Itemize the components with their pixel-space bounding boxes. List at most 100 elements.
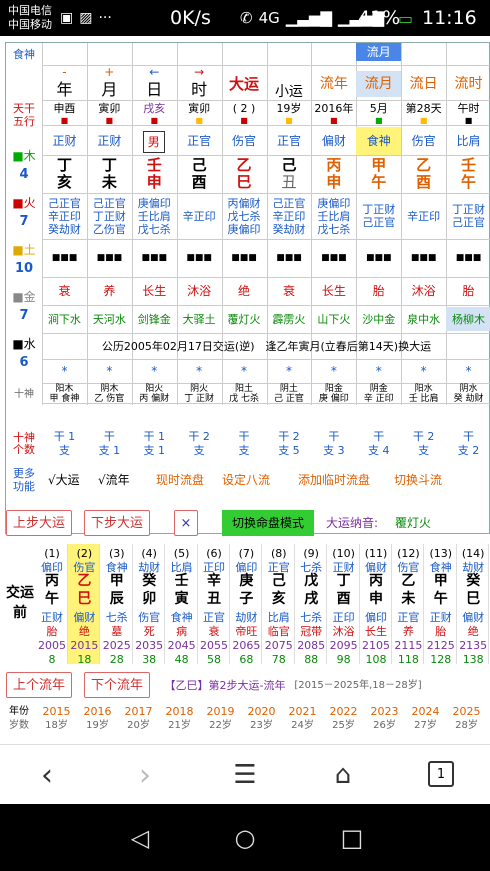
- more-item-5[interactable]: 切换斗流: [394, 469, 442, 491]
- gan-0: 丁: [56, 156, 72, 174]
- dayun-field: 2085: [297, 638, 326, 652]
- liunian-year-3[interactable]: 2018: [159, 704, 200, 718]
- liunian-year-9[interactable]: 2024: [405, 704, 446, 718]
- dayun-col-3[interactable]: (4) 劫财癸卯伤官死 2035 38: [133, 544, 166, 666]
- col-dot-icon: ■: [374, 115, 383, 125]
- menu-icon[interactable]: ☰: [220, 753, 270, 797]
- dayun-col-4[interactable]: (5) 比肩壬寅食神病 2045 48: [166, 544, 198, 666]
- star-icon: *: [420, 363, 427, 378]
- dayun-field: 申: [369, 590, 383, 607]
- dayun-col-8[interactable]: (9) 七杀戊戌七杀 冠带 2085 88: [295, 544, 328, 666]
- liunian-age-5[interactable]: 23岁: [241, 718, 282, 732]
- liunian-age-3[interactable]: 21岁: [159, 718, 200, 732]
- liunian-age-9[interactable]: 27岁: [405, 718, 446, 732]
- close-button[interactable]: ×: [174, 510, 198, 536]
- nayin-3: 大驿土: [182, 312, 216, 326]
- wuxing-count-3: 7: [19, 307, 29, 323]
- zhi-0: 亥: [56, 173, 72, 191]
- dayun-field: 8: [48, 652, 56, 666]
- col-dot-icon: ■: [330, 115, 338, 125]
- sys-recent-icon[interactable]: □: [332, 820, 372, 856]
- mode-button[interactable]: 切换命盘模式: [222, 510, 314, 536]
- network-type: 4G: [258, 9, 280, 27]
- left-label: 交运前: [6, 585, 34, 621]
- dayun-col-2[interactable]: (3) 食神甲辰七杀墓 2025 28: [101, 544, 133, 666]
- carrier-1: 中国电信: [8, 4, 52, 17]
- prev-dayun-button[interactable]: 上步大运: [6, 510, 72, 536]
- status-bar: 中国电信 中国移动 ▣ ▨ ··· 0K/s ✆ 4G ▁▃▅▇ ▁▃▅▇ 41…: [0, 0, 490, 36]
- dayun-col-9[interactable]: (10) 正财丁酉正印 沐浴 2095 98: [328, 544, 360, 666]
- count-0: 干 1 支: [53, 430, 76, 457]
- wuxing-el-3: ■金: [12, 289, 36, 304]
- liunian-year-2[interactable]: 2017: [118, 704, 159, 718]
- more-item-4[interactable]: 添加临时流盘: [298, 469, 370, 491]
- star-icon: *: [196, 363, 203, 378]
- prev-liunian-button[interactable]: 上个流年: [6, 672, 72, 698]
- more-item-3[interactable]: 设定八流: [222, 469, 270, 491]
- liunian-year-0[interactable]: 2015: [36, 704, 77, 718]
- dayun-col-6[interactable]: (7) 偏印庚子劫财 帝旺 2065 68: [230, 544, 263, 666]
- sys-home-icon[interactable]: ○: [225, 820, 265, 856]
- liunian-age-6[interactable]: 24岁: [282, 718, 323, 732]
- liunian-age-7[interactable]: 25岁: [323, 718, 364, 732]
- canggan-2: 庚偏印 壬比肩 戊七杀: [137, 196, 171, 236]
- liunian-year-6[interactable]: 2021: [282, 704, 323, 718]
- dayun-col-11[interactable]: (12) 伤官乙未正官养 2115 118: [392, 544, 425, 666]
- clock: 11:16: [422, 7, 477, 29]
- canggan-8: 辛正印: [407, 209, 441, 223]
- wuxing-el-4: ■水: [12, 336, 36, 351]
- liunian-year-8[interactable]: 2023: [364, 704, 405, 718]
- wuxing-el-1: ■火: [12, 195, 36, 210]
- dayun-field: 98: [336, 652, 351, 666]
- nayin-2: 剑锋金: [137, 312, 171, 326]
- col-dot-icon: ■: [195, 115, 203, 125]
- liunian-age-0[interactable]: 18岁: [36, 718, 77, 732]
- nayin-9: 杨柳木: [446, 307, 490, 331]
- liunian-year-10[interactable]: 2025: [446, 704, 487, 718]
- more-item-0[interactable]: √大运: [48, 469, 80, 491]
- dayun-col-7[interactable]: (8) 正官己亥比肩 临官 2075 78: [263, 544, 295, 666]
- zhi-7: 午: [371, 173, 387, 191]
- dayun-field: 偏财: [365, 560, 387, 574]
- dayun-field: 118: [397, 652, 419, 666]
- liunian-year-4[interactable]: 2019: [200, 704, 241, 718]
- liunian-year-1[interactable]: 2016: [77, 704, 118, 718]
- next-dayun-button[interactable]: 下步大运: [84, 510, 150, 536]
- liunian-age-1[interactable]: 19岁: [77, 718, 118, 732]
- liunian-age-2[interactable]: 20岁: [118, 718, 159, 732]
- dayun-field: 沐浴: [332, 624, 355, 638]
- dayun-field: 寅: [174, 590, 189, 607]
- liunian-year-5[interactable]: 2020: [241, 704, 282, 718]
- dayun-field: 2125: [426, 638, 455, 652]
- dayun-col-13[interactable]: (14) 劫财癸巳偏财绝 2135 138: [457, 544, 490, 666]
- canggan-9: 丁正财 己正官: [452, 203, 486, 229]
- dayun-field: 108: [365, 652, 387, 666]
- gan-6: 丙: [326, 156, 342, 174]
- more-item-2[interactable]: 现时流盘: [156, 469, 204, 491]
- dayun-col-12[interactable]: (13) 食神甲午正财胎 2125 128: [425, 544, 457, 666]
- forward-icon[interactable]: ›: [120, 753, 170, 797]
- dayun-field: 38: [142, 652, 157, 666]
- notification-icon: ▣: [60, 10, 74, 26]
- more-item-1[interactable]: √流年: [98, 469, 130, 491]
- home-icon[interactable]: ⌂: [318, 753, 368, 797]
- liunian-year-7[interactable]: 2022: [323, 704, 364, 718]
- liunian-age-8[interactable]: 26岁: [364, 718, 405, 732]
- liunian-age-10[interactable]: 28岁: [446, 718, 487, 732]
- sys-back-icon[interactable]: ◁: [120, 820, 160, 856]
- browser-toolbar: ‹ › ☰ ⌂ 1: [0, 744, 490, 804]
- dayun-field: 酉: [336, 590, 351, 607]
- dayun-col-1[interactable]: (2) 伤官乙巳偏财绝 2015 18: [68, 544, 101, 666]
- tabs-button[interactable]: 1: [428, 761, 454, 787]
- dayun-col-10[interactable]: (11) 偏财丙申偏印 长生 2105 108: [360, 544, 392, 666]
- image-icon: ▨: [79, 10, 93, 26]
- next-liunian-button[interactable]: 下个流年: [84, 672, 150, 698]
- dayun-col-0[interactable]: (1) 偏印丙午正财胎 2005 8: [36, 544, 68, 666]
- element-squares-icon: ■■■: [455, 252, 482, 263]
- changsheng-7: 胎: [372, 283, 385, 298]
- liunian-age-4[interactable]: 22岁: [200, 718, 241, 732]
- dayun-field: 帝旺: [235, 624, 258, 638]
- gan-9: 壬: [461, 156, 477, 174]
- dayun-col-5[interactable]: (6) 正印辛丑正官衰 2055 58: [198, 544, 230, 666]
- back-icon[interactable]: ‹: [22, 753, 72, 797]
